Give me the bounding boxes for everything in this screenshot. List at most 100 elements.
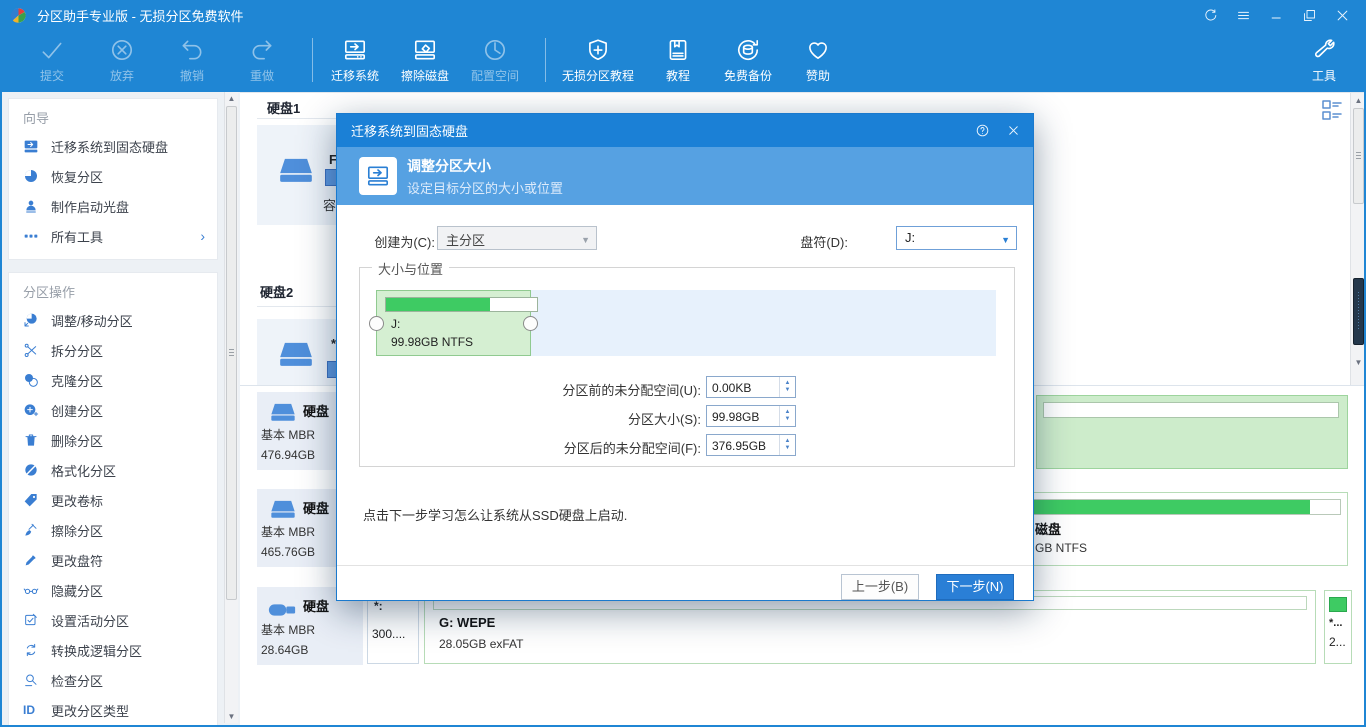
sidebar-item-resize[interactable]: 调整/移动分区	[23, 305, 209, 335]
menu-icon[interactable]	[1236, 8, 1251, 23]
partition-usage-bar	[1329, 597, 1347, 612]
sidebar-item-id[interactable]: ID更改分区类型	[23, 695, 209, 725]
spinner-buttons[interactable]: ▲▼	[779, 377, 795, 397]
hard-drive-icon	[269, 495, 297, 517]
sidebar-item-label: 更改盘符	[51, 551, 103, 570]
sidebar-item-migrate[interactable]: 迁移系统到固态硬盘	[23, 131, 209, 161]
sidebar-item-label: 删除分区	[51, 431, 103, 450]
close-icon[interactable]	[1335, 8, 1350, 23]
toolbar-button-shield-plus[interactable]: 无损分区教程	[562, 30, 634, 84]
sidebar-item-label: 隐藏分区	[51, 581, 103, 600]
sidebar-item-hide[interactable]: 隐藏分区	[23, 575, 209, 605]
spin-down-icon: ▼	[785, 387, 791, 394]
resize-handle-right[interactable]	[523, 316, 538, 331]
inner-scroll-thumb[interactable]	[1353, 278, 1364, 345]
disk1-header: 硬盘1	[267, 98, 300, 117]
toolbar-button-label: 放弃	[110, 67, 134, 84]
partition-usage-bar	[385, 297, 538, 312]
spinner-buttons[interactable]: ▲▼	[779, 406, 795, 426]
sidebar-item-active-partition[interactable]: 设置活动分区	[23, 605, 209, 635]
redo-icon	[249, 37, 275, 63]
sidebar-scroll-thumb[interactable]	[226, 106, 237, 600]
help-icon[interactable]	[975, 123, 990, 138]
create-as-value: 主分区	[446, 233, 485, 248]
scroll-down-icon[interactable]: ▼	[225, 710, 238, 723]
partition-block[interactable]: *... 2...	[1324, 590, 1352, 664]
scroll-up-icon[interactable]: ▲	[1351, 94, 1364, 107]
space-before-label: 分区前的未分配空间(U):	[491, 380, 701, 399]
spin-down-icon: ▼	[785, 416, 791, 423]
title-bar: 分区助手专业版 - 无损分区免费软件	[2, 0, 1364, 30]
discard-icon	[109, 37, 135, 63]
refresh-icon[interactable]	[1203, 8, 1218, 23]
disk-size: 465.76GB	[261, 545, 315, 559]
sidebar-item-label: 创建分区	[51, 401, 103, 420]
hard-drive-icon	[269, 398, 297, 420]
sidebar-item-clone[interactable]: 克隆分区	[23, 365, 209, 395]
toolbar-button-heart[interactable]: 赞助	[792, 30, 844, 84]
sidebar-scrollbar[interactable]: ▲ ▼	[224, 92, 238, 723]
sidebar-section: 向导迁移系统到固态硬盘恢复分区制作启动光盘所有工具›	[8, 98, 218, 260]
boot-disc-icon	[23, 198, 39, 214]
all-tools-icon	[23, 228, 39, 244]
sidebar-item-boot-disc[interactable]: 制作启动光盘	[23, 191, 209, 221]
toolbar-button-wipe-disk[interactable]: 擦除磁盘	[399, 30, 451, 84]
sidebar-item-drive-letter[interactable]: 更改盘符	[23, 545, 209, 575]
partition-block[interactable]: G: WEPE 28.05GB exFAT	[424, 590, 1316, 664]
target-partition-block[interactable]: J: 99.98GB NTFS	[376, 290, 531, 356]
toolbar-button-migrate-disk[interactable]: 迁移系统	[329, 30, 381, 84]
active-partition-icon	[23, 612, 39, 628]
sidebar-item-split[interactable]: 拆分分区	[23, 335, 209, 365]
partition-title: 磁盘	[1035, 519, 1061, 538]
dialog-title-bar: 迁移系统到固态硬盘	[337, 114, 1033, 147]
overview-scrollbar[interactable]: ▲ ▼	[1350, 93, 1364, 386]
toolbar-button-book[interactable]: 教程	[652, 30, 704, 84]
view-mode-icon[interactable]	[1320, 97, 1344, 121]
drive-letter-value: J:	[905, 230, 915, 245]
dialog-header: 调整分区大小 设定目标分区的大小或位置	[337, 147, 1033, 205]
partition-letter: *...	[1329, 617, 1342, 629]
resize-handle-left[interactable]	[369, 316, 384, 331]
sidebar-item-format[interactable]: 格式化分区	[23, 455, 209, 485]
spinner-buttons[interactable]: ▲▼	[779, 435, 795, 455]
sidebar-item-check-partition[interactable]: 检查分区	[23, 665, 209, 695]
toolbar-separator	[312, 38, 313, 82]
overview-scroll-thumb[interactable]	[1353, 108, 1364, 204]
toolbar-button-tools[interactable]: 工具	[1298, 30, 1350, 84]
space-before-input[interactable]: 0.00KB ▲▼	[706, 376, 796, 398]
preview-partition-block[interactable]	[1036, 395, 1348, 469]
space-after-label: 分区后的未分配空间(F):	[491, 438, 701, 457]
partition-title: G: WEPE	[439, 615, 495, 630]
partition-size-input[interactable]: 99.98GB ▲▼	[706, 405, 796, 427]
hide-icon	[23, 582, 39, 598]
space-before-value: 0.00KB	[712, 381, 751, 395]
close-icon[interactable]	[1006, 123, 1021, 138]
sidebar-item-label: 转换成逻辑分区	[51, 641, 142, 660]
toolbar-button-label: 迁移系统	[331, 67, 379, 84]
convert-icon	[23, 642, 39, 658]
drive-letter-icon	[23, 552, 39, 568]
sidebar-item-wipe-partition[interactable]: 擦除分区	[23, 515, 209, 545]
scroll-down-icon[interactable]: ▼	[1351, 356, 1364, 369]
partition-strip-track: J: 99.98GB NTFS	[376, 290, 996, 356]
wipe-partition-icon	[23, 522, 39, 538]
sidebar-item-convert[interactable]: 转换成逻辑分区	[23, 635, 209, 665]
next-button[interactable]: 下一步(N)	[936, 574, 1014, 600]
minimize-icon[interactable]	[1269, 8, 1284, 23]
sidebar-item-volume-label[interactable]: 更改卷标	[23, 485, 209, 515]
toolbar-button-backup[interactable]: 免费备份	[722, 30, 774, 84]
dialog-step-title: 调整分区大小	[407, 156, 491, 176]
partition-block[interactable]: *: 300....	[367, 590, 419, 664]
sidebar-item-delete[interactable]: 删除分区	[23, 425, 209, 455]
sidebar-item-recover[interactable]: 恢复分区	[23, 161, 209, 191]
sidebar-item-create[interactable]: 创建分区	[23, 395, 209, 425]
disk-name: 硬盘	[303, 401, 329, 420]
sidebar-section-title: 分区操作	[23, 281, 209, 305]
space-after-input[interactable]: 376.95GB ▲▼	[706, 434, 796, 456]
maximize-icon[interactable]	[1302, 8, 1317, 23]
sidebar-item-all-tools[interactable]: 所有工具›	[23, 221, 209, 251]
drive-letter-dropdown[interactable]: J: ▼	[896, 226, 1017, 250]
back-button[interactable]: 上一步(B)	[841, 574, 919, 600]
usb-drive-icon	[267, 595, 297, 613]
scroll-up-icon[interactable]: ▲	[225, 92, 238, 105]
